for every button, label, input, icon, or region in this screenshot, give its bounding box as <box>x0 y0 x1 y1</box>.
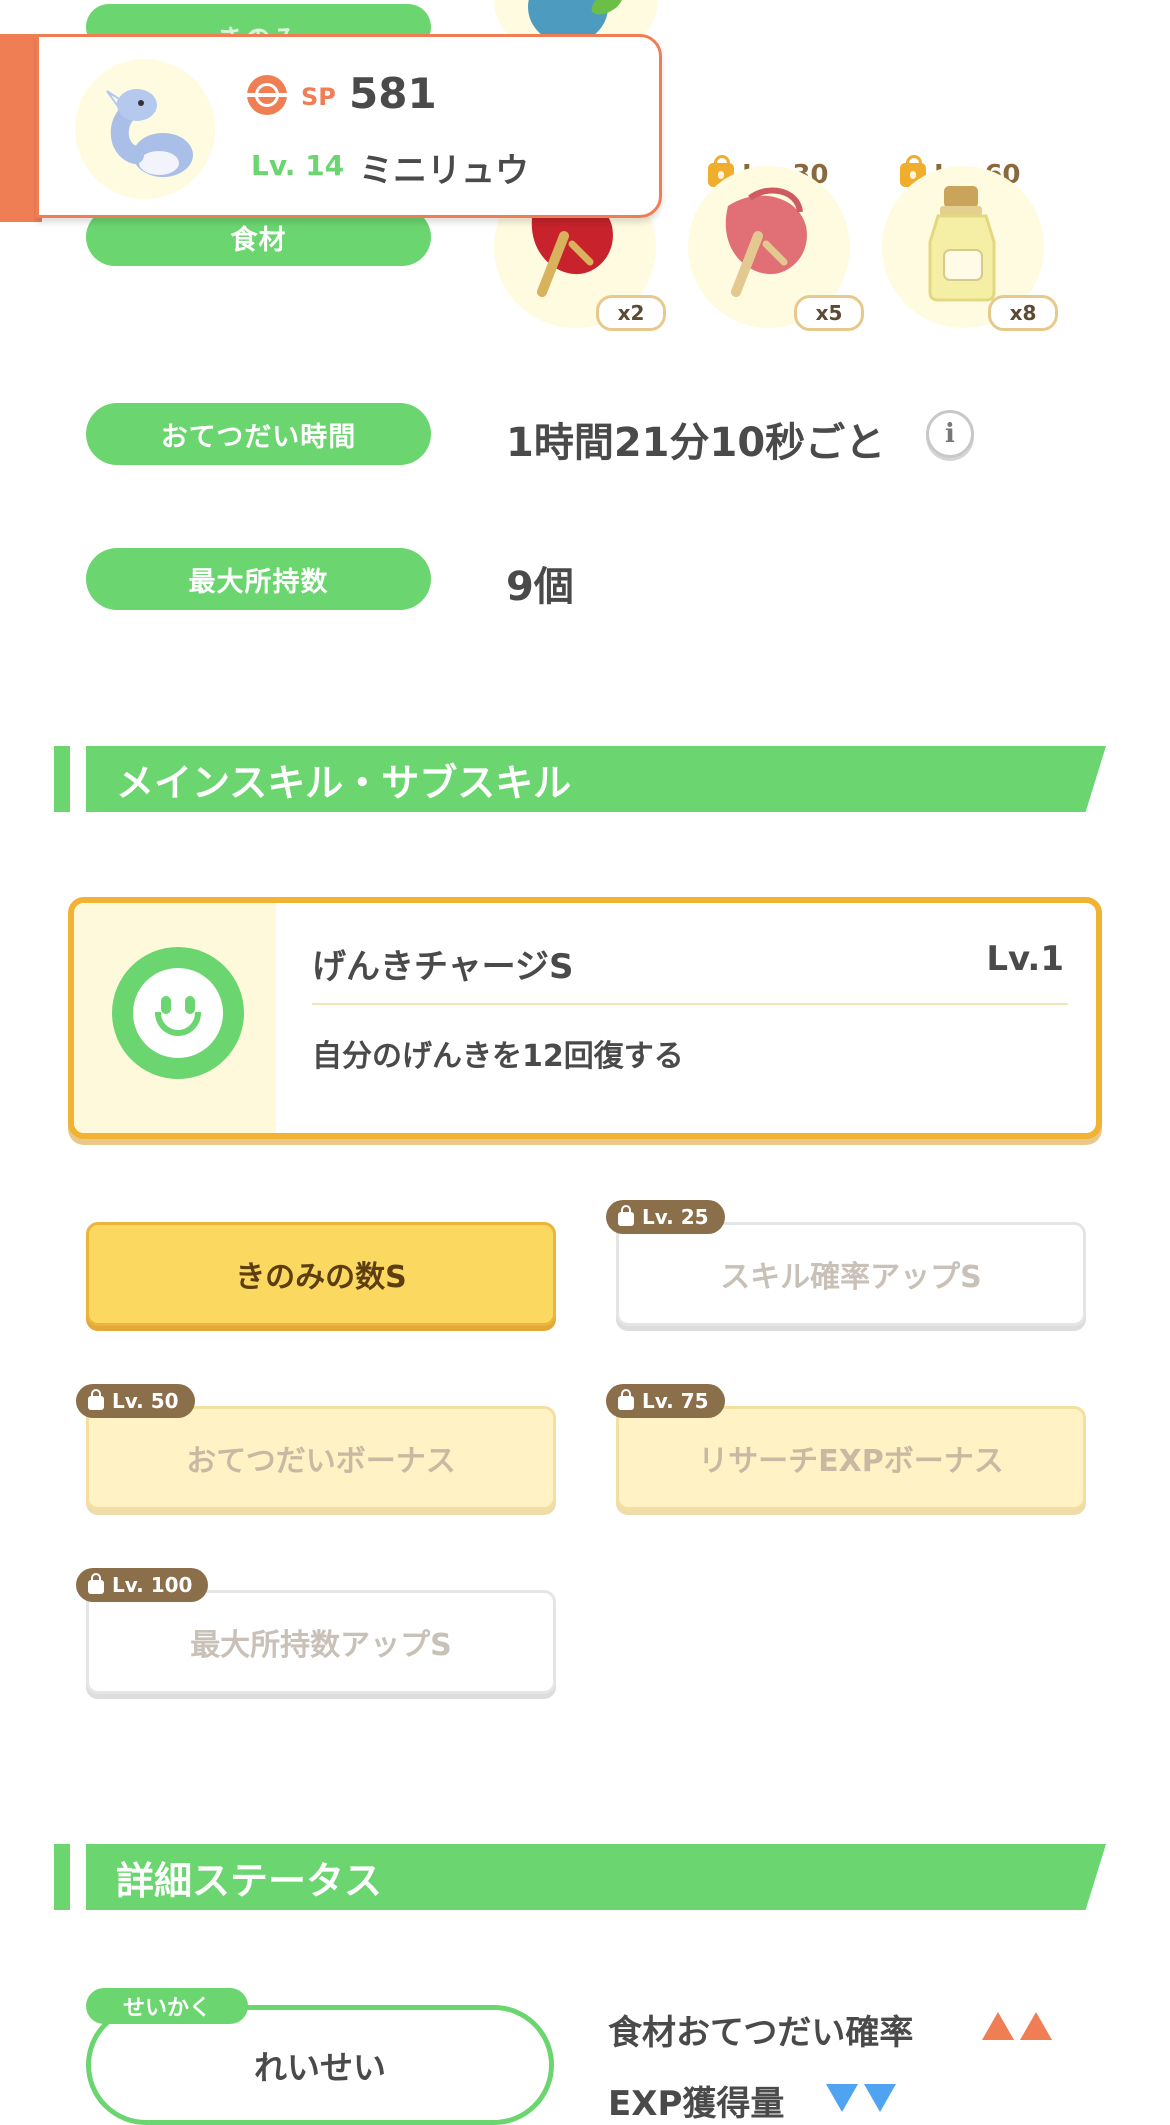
smile-face <box>133 968 223 1058</box>
pokemon-name: ミニリュウ <box>359 151 529 191</box>
sub-skill-label: 最大所持数アップS <box>190 1628 452 1663</box>
help-time-value: 1時間21分10秒ごと <box>506 420 886 466</box>
sub-skill-unlock-tag-5: Lv. 100 <box>76 1568 209 1602</box>
sub-skill-1[interactable]: きのみの数S <box>86 1222 556 1326</box>
main-skill-name: げんきチャージS <box>312 947 574 987</box>
card-body: SP 581 Lv. 14 ミニリュウ <box>36 34 662 218</box>
ingredient-qty-1: x2 <box>596 295 666 331</box>
up-arrow-icon <box>1020 2012 1052 2040</box>
qty-text: x8 <box>1009 301 1037 325</box>
lock-icon <box>618 1389 634 1410</box>
down-arrow-icon <box>826 2084 858 2112</box>
sub-skill-label: リサーチEXPボーナス <box>698 1444 1004 1479</box>
ingredient-qty-3: x8 <box>988 295 1058 331</box>
lock-icon <box>88 1573 104 1594</box>
main-skill-card[interactable]: げんきチャージS Lv.1 自分のげんきを12回復する <box>68 897 1102 1139</box>
down-arrow-icon <box>864 2084 896 2112</box>
energy-smile-icon <box>112 947 244 1079</box>
pokemon-level: Lv. 14 <box>251 149 345 182</box>
skills-section-title: メインスキル・サブスキル <box>116 760 572 805</box>
nature-tag-label: せいかく <box>122 1996 211 2021</box>
main-skill-description: 自分のげんきを12回復する <box>312 1039 684 1074</box>
section-bar-accent <box>54 746 70 812</box>
nature-tag: せいかく <box>86 1988 248 2024</box>
qty-text: x5 <box>815 301 843 325</box>
sub-skill-unlock-tag-3: Lv. 50 <box>76 1384 195 1418</box>
unlock-level: Lv. 75 <box>642 1389 709 1413</box>
sub-skill-unlock-tag-4: Lv. 75 <box>606 1384 725 1418</box>
ingredient-qty-2: x5 <box>794 295 864 331</box>
nature-value: れいせい <box>254 2048 386 2087</box>
skill-divider <box>312 1003 1068 1005</box>
sub-skill-5[interactable]: 最大所持数アップS <box>86 1590 556 1694</box>
unlock-level: Lv. 100 <box>112 1573 193 1597</box>
sub-skill-label: きのみの数S <box>235 1260 407 1295</box>
nature-up-effect: 食材おてつだい確率 <box>608 2013 914 2053</box>
skill-icon-panel <box>74 903 276 1133</box>
info-icon[interactable]: i <box>926 410 974 458</box>
ingredient-label: 食材 <box>230 224 287 256</box>
help-time-label: おてつだい時間 <box>160 421 357 453</box>
pokemon-avatar <box>75 59 215 199</box>
sub-skill-unlock-tag-2: Lv. 25 <box>606 1200 725 1234</box>
sub-skill-4[interactable]: リサーチEXPボーナス <box>616 1406 1086 1510</box>
pokemon-header-card[interactable]: SP 581 Lv. 14 ミニリュウ <box>0 34 664 222</box>
sub-skill-label: スキル確率アップS <box>720 1260 982 1295</box>
sp-label: SP <box>301 83 336 111</box>
detail-section-title: 詳細ステータス <box>116 1858 383 1903</box>
max-carry-value: 9個 <box>506 564 574 610</box>
unlock-level: Lv. 25 <box>642 1205 709 1229</box>
help-time-label-pill: おてつだい時間 <box>86 403 431 465</box>
dratini-icon <box>106 89 193 177</box>
lock-icon <box>88 1389 104 1410</box>
sub-skill-label: おてつだいボーナス <box>186 1444 456 1479</box>
sub-skill-3[interactable]: おてつだいボーナス <box>86 1406 556 1510</box>
detail-section-header: 詳細ステータス <box>86 1844 1106 1910</box>
main-skill-level: Lv.1 <box>986 939 1064 979</box>
skills-section-header: メインスキル・サブスキル <box>86 746 1106 812</box>
smile-mouth <box>155 1012 201 1036</box>
section-bar-accent <box>54 1844 70 1910</box>
sub-skill-2[interactable]: スキル確率アップS <box>616 1222 1086 1326</box>
max-carry-label-pill: 最大所持数 <box>86 548 431 610</box>
pokeball-icon <box>247 75 287 115</box>
unlock-level: Lv. 50 <box>112 1389 179 1413</box>
up-arrow-icon <box>982 2012 1014 2040</box>
qty-text: x2 <box>617 301 645 325</box>
max-carry-label: 最大所持数 <box>188 566 329 598</box>
lock-icon <box>618 1205 634 1226</box>
sp-value: 581 <box>349 69 437 118</box>
